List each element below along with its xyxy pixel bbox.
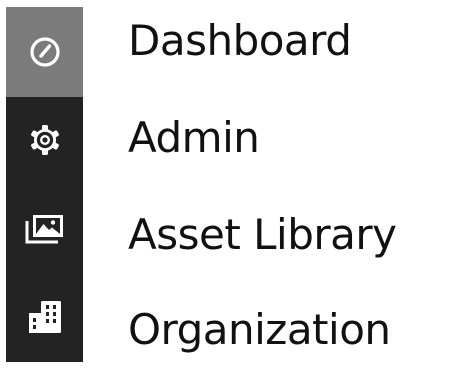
icon-rail — [6, 7, 83, 362]
nav-label-asset-library[interactable]: Asset Library — [128, 214, 397, 256]
sidebar-nav: Dashboard Admin Asset Library Organizati… — [0, 0, 450, 370]
nav-item-admin[interactable] — [6, 95, 83, 185]
nav-item-organization[interactable] — [6, 272, 83, 362]
nav-item-asset-library[interactable] — [6, 184, 83, 274]
nav-label-dashboard[interactable]: Dashboard — [128, 20, 352, 62]
nav-label-admin[interactable]: Admin — [128, 117, 260, 159]
nav-label-organization[interactable]: Organization — [128, 309, 391, 351]
images-icon — [25, 214, 63, 244]
building-icon — [28, 300, 61, 333]
nav-item-dashboard[interactable] — [6, 7, 83, 98]
nav-labels: Dashboard Admin Asset Library Organizati… — [128, 0, 450, 370]
gauge-icon — [29, 37, 60, 67]
gear-icon — [30, 125, 59, 156]
